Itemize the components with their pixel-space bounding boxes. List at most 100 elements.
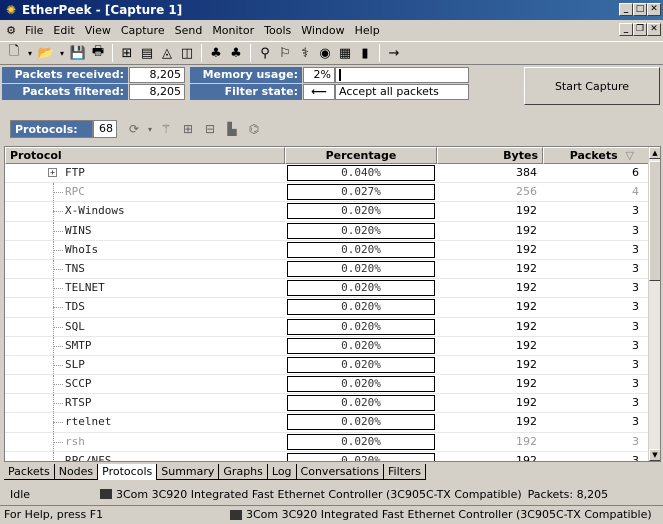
menu-monitor[interactable]: Monitor [207,24,259,37]
packets-value: 3 [632,357,639,371]
protocols-count: 68 [93,120,117,138]
tab-nodes[interactable]: Nodes [54,464,99,480]
bytes-value: 192 [516,261,537,275]
packet-view-icon[interactable]: ⊞ [117,43,137,63]
packets-received-label: Packets received: [2,67,128,83]
sort-descending-icon: ▽ [625,149,634,162]
monitor-icon[interactable]: ⚕ [295,43,315,63]
tree-branch [53,403,63,405]
mdi-minimize-button[interactable]: _ [619,23,633,36]
protocol-name: FTP [65,166,85,179]
table-row[interactable]: SMTP 0.020% 192 3 [5,336,649,356]
menu-view[interactable]: View [80,24,116,37]
expert-icon[interactable]: ◬ [157,43,177,63]
table-row[interactable]: TNS 0.020% 192 3 [5,259,649,280]
protocol-tree-icon[interactable]: ⚚ [155,119,177,139]
table-row[interactable]: X-Windows 0.020% 192 3 [5,202,649,222]
column-protocol[interactable]: Protocol [5,147,285,164]
new-icon[interactable]: 🗋 [4,43,24,63]
node-icon[interactable]: ♣ [206,43,226,63]
column-bytes[interactable]: Bytes [437,147,543,164]
start-capture-button[interactable]: Start Capture [524,67,660,105]
open-icon[interactable]: 📂 [36,43,56,63]
network-adapter-icon [100,489,112,499]
table-icon[interactable]: ▦ [335,43,355,63]
table-row[interactable]: rsh 0.020% 192 3 [5,432,649,452]
protocol-cell: rsh [5,432,285,451]
protocol-name: SLP [65,357,85,371]
packets-received-value: 8,205 [129,67,185,83]
filter-icon[interactable]: ◫ [177,43,197,63]
packets-value: 3 [632,242,639,256]
menu-file[interactable]: File [20,24,48,37]
table-row[interactable]: + FTP 0.040% 384 6 [5,164,649,184]
percentage-value: 0.020% [287,395,435,412]
refresh-dropdown-icon[interactable]: ▾ [145,119,155,139]
collapse-all-icon[interactable]: ⊟ [199,119,221,139]
send-icon[interactable]: ⚐ [275,43,295,63]
menu-help[interactable]: Help [350,24,385,37]
globe-icon[interactable]: ◉ [315,43,335,63]
percentage-cell: 0.020% [285,337,437,355]
title-bar: ✺ EtherPeek - [Capture 1] _ □ ✕ [0,0,663,20]
menu-send[interactable]: Send [170,24,208,37]
refresh-icon[interactable]: ⟳ [123,119,145,139]
tab-filters[interactable]: Filters [384,464,426,480]
print-icon[interactable]: 🖶 [88,43,108,63]
filter-state-arrow-icon: ⟵ [303,84,335,100]
table-row[interactable]: RPC 0.027% 256 4 [5,183,649,203]
go-arrow-icon[interactable]: → [384,43,404,63]
minimize-button[interactable]: _ [619,3,633,16]
tab-log[interactable]: Log [267,464,297,480]
protocol-name: TNS [65,261,85,275]
decode-icon[interactable]: ▤ [137,43,157,63]
table-row[interactable]: SLP 0.020% 192 3 [5,355,649,376]
menu-bar: ⚙ File Edit View Capture Send Monitor To… [0,20,663,40]
table-row[interactable]: RTSP 0.020% 192 3 [5,394,649,414]
new-dropdown-icon[interactable]: ▾ [24,43,36,63]
menu-edit[interactable]: Edit [48,24,79,37]
stats-icon[interactable]: ▮ [355,43,375,63]
table-row[interactable]: TDS 0.020% 192 3 [5,298,649,318]
etherpeek-app-icon[interactable]: ✺ [4,3,18,17]
mdi-restore-button[interactable]: ❐ [633,23,647,36]
tab-graphs[interactable]: Graphs [219,464,268,480]
save-icon[interactable]: 💾 [68,43,88,63]
expand-all-icon[interactable]: ⊞ [177,119,199,139]
menu-capture[interactable]: Capture [116,24,170,37]
column-percentage[interactable]: Percentage [285,147,437,164]
tab-conversations[interactable]: Conversations [296,464,385,480]
scroll-down-icon[interactable]: ▼ [649,449,660,461]
tab-protocols[interactable]: Protocols [98,464,158,480]
tree-branch [53,249,63,251]
scroll-thumb[interactable] [649,161,660,281]
tab-packets[interactable]: Packets [4,464,55,480]
open-dropdown-icon[interactable]: ▾ [56,43,68,63]
bytes-value: 256 [516,185,537,199]
close-button[interactable]: ✕ [647,3,661,16]
table-row[interactable]: SCCP 0.020% 192 3 [5,375,649,395]
expand-icon[interactable]: + [48,168,57,177]
chart-icon[interactable]: ▙ [221,119,243,139]
menu-tools[interactable]: Tools [259,24,296,37]
table-row[interactable]: WINS 0.020% 192 3 [5,221,649,241]
table-row[interactable]: SQL 0.020% 192 3 [5,317,649,337]
options-icon[interactable]: ⌬ [243,119,265,139]
table-row[interactable]: RPC/NFS 0.020% 192 3 [5,451,649,461]
table-row[interactable]: TELNET 0.020% 192 3 [5,279,649,299]
menu-window[interactable]: Window [296,24,349,37]
memory-usage-bar-fill [339,69,341,81]
trigger-icon[interactable]: ⚲ [255,43,275,63]
tab-summary[interactable]: Summary [157,464,220,480]
vertical-scrollbar[interactable]: ▲ ▼ [648,147,660,461]
mdi-close-button[interactable]: ✕ [647,23,661,36]
maximize-button[interactable]: □ [633,3,647,16]
table-row[interactable]: rtelnet 0.020% 192 3 [5,413,649,433]
column-packets[interactable]: Packets ▽ [543,147,649,164]
document-icon[interactable]: ⚙ [2,24,20,37]
scroll-up-icon[interactable]: ▲ [649,147,660,159]
protocol-name: SQL [65,319,85,333]
memory-usage-bar [335,67,469,83]
protocol-icon[interactable]: ♣ [226,43,246,63]
table-row[interactable]: WhoIs 0.020% 192 3 [5,240,649,260]
